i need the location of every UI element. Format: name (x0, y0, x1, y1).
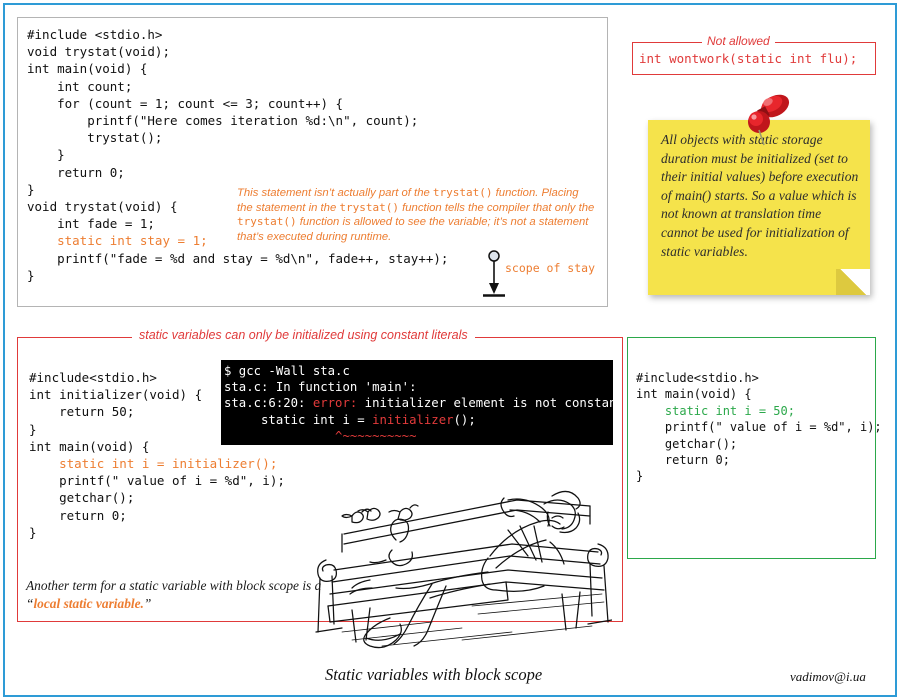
code-line: return 0; (636, 453, 730, 468)
scope-of-stay-label: scope of stay (505, 261, 596, 275)
code-line: #include<stdio.h> (636, 371, 759, 385)
annotation-code-fragment: trystat() (237, 215, 297, 229)
code-line: static int i = initializer(); (29, 456, 278, 472)
not-allowed-code: int wontwork(static int flu); (639, 51, 858, 66)
code-line: } (29, 421, 37, 437)
pushpin-icon (748, 94, 790, 146)
code-line: printf("Here comes iteration %d:\n", cou… (27, 113, 419, 129)
code-line: return 0; (27, 164, 125, 180)
infographic-page: #include <stdio.h> void trystat(void); i… (0, 0, 900, 700)
code-line: printf(" value of i = %d", i); (636, 420, 882, 435)
code-line: } (29, 524, 37, 540)
terminal-text: $ gcc -Wall sta.c sta.c: In function 'ma… (221, 360, 613, 444)
code-line: int count; (27, 78, 133, 94)
bench-sketch-illustration (315, 490, 612, 649)
terminal-error-message: initializer element is not constant (364, 396, 613, 411)
code-line: int main(void) { (636, 387, 752, 402)
code-line: #include <stdio.h> (27, 27, 163, 42)
annotation-text-fragment: This statement isn’t actually part of th… (237, 187, 433, 199)
annotation-code-fragment: trystat() (339, 200, 399, 214)
author-signature: vadimov@i.ua (790, 669, 866, 684)
main-program-code: #include <stdio.h> void trystat(void); i… (27, 26, 448, 284)
local-static-caption: Another term for a static variable with … (26, 577, 326, 613)
annotation-code-fragment: trystat() (432, 186, 493, 199)
code-line: #include<stdio.h> (29, 370, 157, 385)
sticky-note-text: All objects with static storage duration… (661, 132, 859, 259)
code-line: } (27, 181, 35, 197)
terminal-error-label: error: (312, 396, 358, 411)
page-title: Static variables with block scope (325, 665, 543, 684)
terminal-source-line: static int i = (224, 412, 373, 427)
code-line: int main(void) { (27, 61, 148, 77)
terminal-location: sta.c:6:20: (224, 396, 313, 411)
trystat-annotation: This statement isn’t actually part of th… (237, 186, 597, 244)
code-line: for (count = 1; count <= 3; count++) { (27, 95, 344, 111)
code-line: static int i = 50; (636, 403, 795, 418)
code-line: int main(void) { (29, 438, 150, 454)
code-line: trystat(); (27, 130, 163, 146)
code-line: int initializer(void) { (29, 387, 203, 403)
code-line: void trystat(void) { (27, 199, 178, 215)
terminal-command: $ gcc -Wall sta.c (224, 364, 350, 378)
valid-static-code: #include<stdio.h> int main(void) { stati… (636, 370, 882, 485)
code-line: printf("fade = %d and stay = %d\n", fade… (27, 250, 449, 266)
code-line: getchar(); (636, 436, 738, 451)
code-line: } (636, 469, 644, 484)
code-line: int fade = 1; (27, 216, 155, 232)
code-line: } (27, 267, 35, 283)
code-line: return 50; (29, 404, 135, 420)
scope-of-stay-marker (483, 250, 505, 297)
code-line: } (27, 147, 65, 163)
code-line: printf(" value of i = %d", i); (29, 473, 285, 489)
caption-highlight: local static variable. (33, 596, 144, 611)
annotation-text-fragment: function tells the compiler that only th… (398, 201, 595, 214)
terminal-source-highlight: initializer (372, 412, 454, 427)
caption-suffix: ” (143, 596, 152, 611)
code-line: void trystat(void); (27, 44, 170, 60)
terminal-output: $ gcc -Wall sta.c sta.c: In function 'ma… (221, 360, 613, 445)
not-allowed-title: Not allowed (702, 34, 775, 48)
code-line: return 0; (29, 507, 127, 523)
constant-literals-title: static variables can only be initialized… (132, 328, 475, 342)
terminal-source-tail: (); (453, 412, 476, 427)
code-line: getchar(); (29, 490, 135, 506)
code-line: static int stay = 1; (27, 233, 208, 249)
terminal-context: sta.c: In function 'main': (224, 380, 417, 395)
terminal-caret-squiggle: ^~~~~~~~~~~ (224, 428, 417, 443)
valid-static-panel: #include<stdio.h> int main(void) { stati… (627, 337, 882, 559)
